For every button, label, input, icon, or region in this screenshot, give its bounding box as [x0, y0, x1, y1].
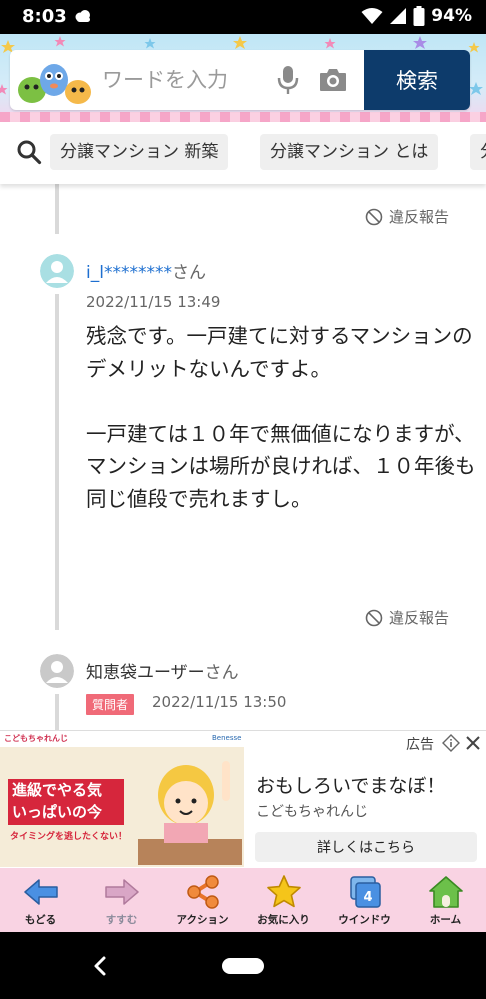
status-bar: 8:03 94% — [0, 0, 486, 34]
ad-image-line2: いっぱいの今 — [12, 803, 103, 821]
search-button[interactable]: 検索 — [364, 50, 470, 110]
home-icon — [428, 876, 463, 908]
username-suffix: さん — [204, 663, 239, 683]
toolbar-label: もどる — [24, 914, 57, 926]
battery-percent: 94% — [431, 6, 472, 26]
header-strip — [0, 112, 486, 122]
suggestion-chip[interactable]: 分譲マンション 新築 — [50, 134, 229, 170]
nav-home-pill[interactable] — [222, 958, 264, 974]
status-time: 8:03 — [22, 6, 67, 27]
info-icon[interactable] — [442, 734, 460, 752]
report-label: 違反報告 — [389, 208, 450, 226]
search-header: 検索 — [0, 34, 486, 122]
back-arrow-icon — [23, 879, 58, 905]
report-label: 違反報告 — [389, 609, 450, 627]
toolbar-label: すすむ — [105, 914, 138, 926]
window-icon: 4 — [349, 876, 381, 908]
thread-line — [55, 184, 59, 234]
camera-icon[interactable] — [318, 66, 348, 94]
bottom-toolbar: もどる すすむ アクション お気に入り 4 ウインドウ ホーム — [0, 868, 486, 932]
toolbar-label: ウインドウ — [338, 914, 391, 926]
answer-username[interactable]: i_l********さん — [86, 258, 206, 283]
ad-image-line3: タイミングを逃したくない！ — [10, 832, 128, 842]
search-input[interactable] — [102, 64, 272, 96]
ad-cta-button[interactable]: 詳しくはこちら — [255, 832, 477, 862]
share-icon — [186, 875, 219, 909]
ad-child-illustration-icon — [138, 761, 242, 865]
search-icon — [17, 140, 42, 165]
toolbar-favorites[interactable]: お気に入り — [243, 868, 324, 932]
suggestion-chip[interactable]: 分譲マンション とは — [260, 134, 439, 170]
ad-image-text-block: 進級でやる気 いっぱいの今 — [8, 779, 124, 825]
username-link[interactable]: i_l******** — [86, 263, 172, 283]
toolbar-forward[interactable]: すすむ — [81, 868, 162, 932]
answer-body: 残念です。一戸建てに対するマンションの デメリットないんですよ。 一戸建ては１０… — [86, 324, 476, 511]
wifi-icon — [361, 8, 383, 24]
system-nav-bar — [0, 932, 486, 999]
mascot-logo-icon — [18, 64, 91, 104]
close-icon[interactable] — [464, 734, 482, 752]
forward-arrow-icon — [104, 879, 139, 905]
prohibited-icon — [365, 208, 383, 225]
window-count: 4 — [363, 890, 372, 905]
prohibited-icon — [365, 609, 383, 626]
battery-icon — [413, 6, 425, 26]
reply-username: 知恵袋ユーザーさん — [86, 658, 239, 683]
ad-banner[interactable]: こどもちゃれんじ Benesse 進級でやる気 いっぱいの今 タイミングを逃した… — [0, 730, 486, 868]
ad-brand-benesse: Benesse — [212, 734, 242, 742]
toolbar-home[interactable]: ホーム — [405, 868, 486, 932]
thread-line — [55, 694, 59, 730]
toolbar-action[interactable]: アクション — [162, 868, 243, 932]
toolbar-label: ホーム — [429, 914, 462, 926]
username-text: 知恵袋ユーザー — [86, 663, 205, 683]
ad-image[interactable]: こどもちゃれんじ Benesse 進級でやる気 いっぱいの今 タイミングを逃した… — [0, 733, 244, 867]
toolbar-label: お気に入り — [257, 914, 310, 926]
weather-cloud-icon — [75, 10, 90, 22]
nav-back-icon[interactable] — [90, 954, 110, 978]
signal-icon — [390, 8, 407, 24]
answer-timestamp: 2022/11/15 13:49 — [86, 293, 221, 311]
microphone-icon[interactable] — [276, 64, 300, 96]
report-link[interactable]: 違反報告 — [365, 607, 449, 628]
avatar[interactable] — [40, 654, 74, 688]
ad-label: 広告 — [406, 737, 434, 753]
ad-sponsor: こどもちゃれんじ — [256, 804, 368, 820]
ad-image-topbar: こどもちゃれんじ Benesse — [0, 733, 244, 747]
suggestion-chip[interactable]: 分 — [470, 134, 486, 170]
ad-headline[interactable]: おもしろいでまなぼ！ — [256, 771, 445, 798]
toolbar-window[interactable]: 4 ウインドウ — [324, 868, 405, 932]
reply-timestamp: 2022/11/15 13:50 — [152, 693, 287, 711]
thread-line — [55, 294, 59, 630]
status-right: 94% — [361, 6, 472, 26]
toolbar-label: アクション — [176, 914, 229, 926]
toolbar-back[interactable]: もどる — [0, 868, 81, 932]
star-icon — [266, 875, 301, 908]
answers-content: 違反報告 i_l********さん 2022/11/15 13:49 残念です… — [0, 184, 486, 730]
avatar[interactable] — [40, 254, 74, 288]
username-suffix: さん — [171, 263, 206, 283]
questioner-badge: 質問者 — [86, 694, 135, 715]
ad-brand-small: こどもちゃれんじ — [4, 734, 68, 743]
ad-image-line1: 進級でやる気 — [12, 781, 103, 799]
search-box: 検索 — [10, 50, 470, 110]
suggestion-bar: 分譲マンション 新築 分譲マンション とは 分 — [0, 122, 486, 184]
report-link[interactable]: 違反報告 — [365, 206, 449, 227]
